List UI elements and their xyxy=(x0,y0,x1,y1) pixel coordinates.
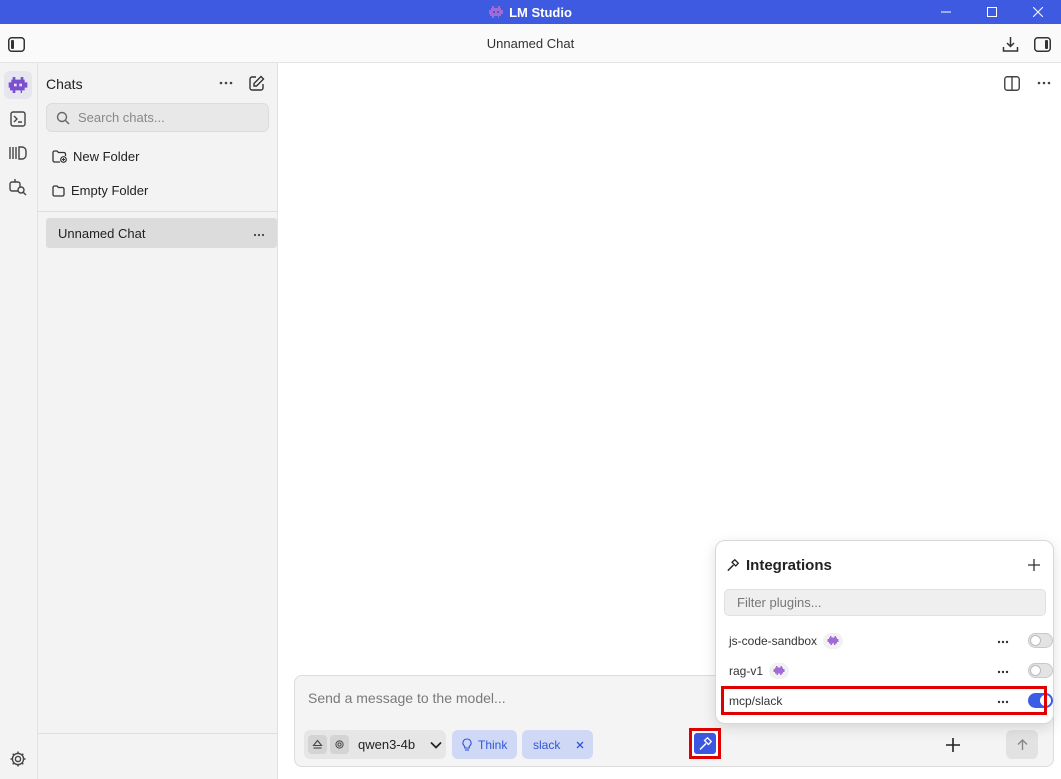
chevron-down-icon xyxy=(430,741,442,749)
eject-model-button[interactable] xyxy=(308,735,327,754)
model-selector[interactable]: qwen3-4b xyxy=(304,730,446,759)
plugin-more-button[interactable] xyxy=(997,633,1009,647)
rail-chat[interactable] xyxy=(4,71,32,99)
rail-models[interactable] xyxy=(4,139,32,167)
message-input[interactable]: Send a message to the model... xyxy=(308,690,506,706)
plugin-row: rag-v1 xyxy=(729,660,1053,682)
download-icon xyxy=(1002,36,1018,52)
toggle-knob xyxy=(1030,665,1041,676)
rail-discover[interactable] xyxy=(4,173,32,201)
more-horizontal-icon xyxy=(1037,81,1051,85)
gear-icon xyxy=(335,740,344,749)
nav-rail xyxy=(0,63,38,779)
send-button[interactable] xyxy=(1006,730,1038,759)
tool-tag-slack: slack xyxy=(522,730,594,759)
filter-plugins-field[interactable] xyxy=(724,589,1046,616)
plus-icon xyxy=(1028,559,1040,571)
arrow-up-icon xyxy=(1017,738,1027,750)
folder-item[interactable]: Empty Folder xyxy=(52,183,148,198)
lmstudio-plugin-badge-icon xyxy=(769,663,790,679)
sidebar-divider xyxy=(38,211,277,212)
chats-more-button[interactable] xyxy=(216,75,236,91)
split-view-button[interactable] xyxy=(1002,73,1022,93)
compose-icon xyxy=(249,75,265,91)
chat-item-label: Unnamed Chat xyxy=(58,225,146,241)
chat-topbar: Unnamed Chat xyxy=(0,24,1061,63)
chats-sidebar: Chats New Folder Empty Folder Unnamed Ch… xyxy=(38,63,278,779)
folder-plus-icon xyxy=(52,150,67,163)
sidebar-bottom-divider xyxy=(38,733,277,734)
folder-label: Empty Folder xyxy=(71,183,149,198)
library-icon xyxy=(9,146,27,160)
maximize-icon xyxy=(987,7,997,17)
search-robot-icon xyxy=(9,179,27,196)
chat-more-button[interactable] xyxy=(1034,73,1054,93)
export-button[interactable] xyxy=(1000,34,1020,54)
think-label: Think xyxy=(478,737,508,752)
new-chat-button[interactable] xyxy=(247,73,267,93)
app-title: LM Studio xyxy=(489,5,572,20)
highlight-box xyxy=(721,686,1047,715)
settings-button[interactable] xyxy=(4,745,32,773)
lm-studio-logo-icon xyxy=(489,6,504,18)
right-panel-icon xyxy=(1033,36,1051,52)
terminal-icon xyxy=(10,111,26,127)
attach-button[interactable] xyxy=(945,737,961,753)
folder-icon xyxy=(52,184,65,197)
window-titlebar: LM Studio xyxy=(0,0,1061,24)
plugin-toggle[interactable] xyxy=(1028,663,1053,678)
remove-tag-icon[interactable] xyxy=(576,741,584,749)
minimize-icon xyxy=(941,11,951,13)
plus-icon xyxy=(946,738,960,752)
minimize-button[interactable] xyxy=(923,0,969,24)
lmstudio-plugin-badge-icon xyxy=(823,633,844,649)
plugin-name: js-code-sandbox xyxy=(729,634,818,648)
chat-item-more-button[interactable] xyxy=(253,225,265,240)
maximize-button[interactable] xyxy=(969,0,1015,24)
toggle-right-panel-button[interactable] xyxy=(1032,34,1052,54)
gear-icon xyxy=(10,751,26,767)
new-folder-button[interactable]: New Folder xyxy=(52,149,139,164)
model-settings-button[interactable] xyxy=(330,735,349,754)
tool-tag-label: slack xyxy=(533,737,561,752)
integrations-button[interactable] xyxy=(689,728,721,759)
chat-list-item[interactable]: Unnamed Chat xyxy=(46,218,277,248)
hammer-icon xyxy=(699,736,712,750)
integrations-popup: Integrations js-code-sandbox rag-v1 mcp/… xyxy=(715,540,1054,724)
more-horizontal-icon xyxy=(997,670,1009,674)
search-chats-input[interactable] xyxy=(78,110,248,125)
think-toggle[interactable]: Think xyxy=(452,730,518,759)
add-integration-button[interactable] xyxy=(1026,557,1042,573)
close-icon xyxy=(1033,7,1043,17)
plugin-row: js-code-sandbox xyxy=(729,630,1053,652)
toggle-knob xyxy=(1030,635,1041,646)
more-horizontal-icon xyxy=(997,640,1009,644)
hammer-icon xyxy=(727,559,739,572)
chat-robot-icon xyxy=(8,77,28,93)
more-horizontal-icon xyxy=(219,81,233,85)
model-name: qwen3-4b xyxy=(358,737,416,752)
more-horizontal-icon xyxy=(253,233,265,237)
sidebar-title: Chats xyxy=(46,76,83,92)
integrations-title: Integrations xyxy=(746,557,832,574)
split-view-icon xyxy=(1004,75,1020,91)
new-folder-label: New Folder xyxy=(73,149,140,164)
search-icon xyxy=(56,111,70,124)
plugin-toggle[interactable] xyxy=(1028,633,1053,648)
window-title: LM Studio xyxy=(509,4,572,20)
rail-developer[interactable] xyxy=(4,105,32,133)
filter-plugins-input[interactable] xyxy=(737,595,1027,610)
plugin-name: rag-v1 xyxy=(729,664,764,678)
chat-title: Unnamed Chat xyxy=(486,36,575,51)
search-chats-field[interactable] xyxy=(46,103,269,132)
plugin-more-button[interactable] xyxy=(997,663,1009,677)
lightbulb-icon xyxy=(462,738,472,751)
close-button[interactable] xyxy=(1015,0,1061,24)
eject-icon xyxy=(312,739,323,749)
